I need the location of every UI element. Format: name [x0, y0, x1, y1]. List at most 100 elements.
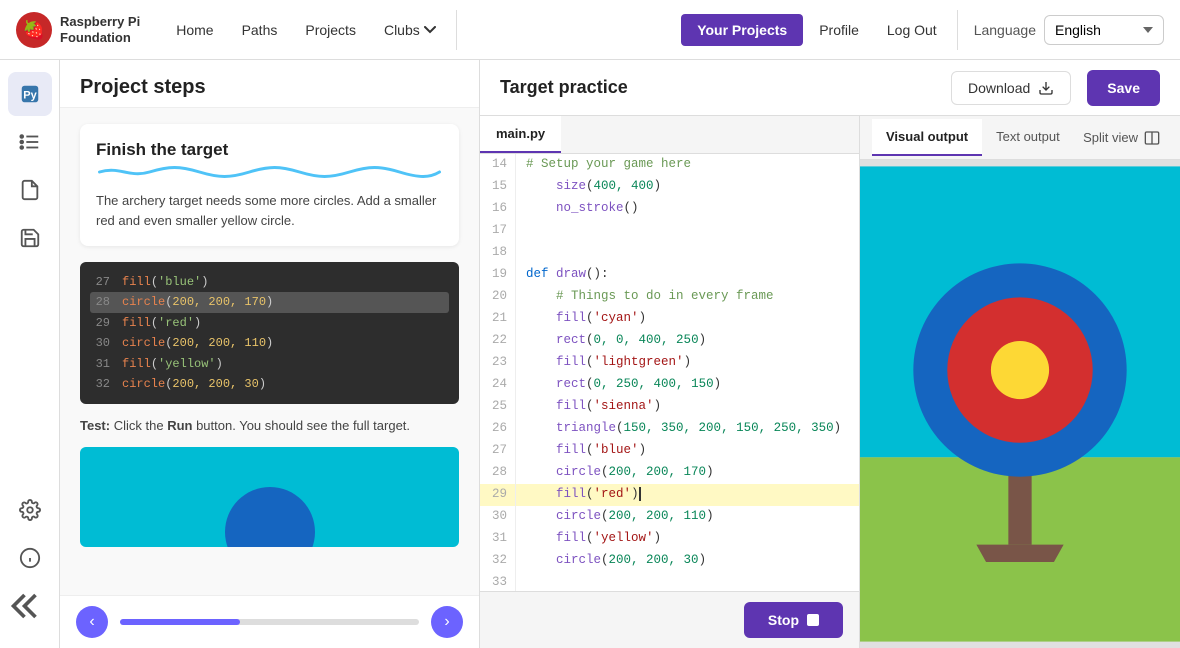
- preview-mini: [80, 447, 459, 547]
- panel-nav: ‹ ›: [60, 595, 479, 648]
- save-icon: [19, 227, 41, 249]
- navbar: 🍓 Raspberry Pi Foundation Home Paths Pro…: [0, 0, 1180, 60]
- preview-mini-circle: [225, 487, 315, 547]
- code-block: 27 fill('blue') 28 circle(200, 200, 170)…: [80, 262, 459, 404]
- editor-line: 27 fill('blue'): [480, 440, 859, 462]
- editor-line: 20 # Things to do in every frame: [480, 286, 859, 308]
- sidebar-icons: Py: [0, 60, 60, 648]
- nav-links: Home Paths Projects Clubs: [164, 14, 448, 46]
- code-line-27: 27 fill('blue'): [94, 272, 445, 292]
- sidebar-item-file[interactable]: [8, 168, 52, 212]
- info-icon: [19, 547, 41, 569]
- sidebar-item-save[interactable]: [8, 216, 52, 260]
- sidebar-settings[interactable]: [8, 488, 52, 532]
- editor-line: 28 circle(200, 200, 170): [480, 462, 859, 484]
- right-panel-body: main.py 14# Setup your game here 15 size…: [480, 116, 1180, 648]
- editor-line: 25 fill('sienna'): [480, 396, 859, 418]
- editor-tab-main[interactable]: main.py: [480, 116, 561, 153]
- visual-content: [860, 160, 1180, 648]
- editor-line: 24 rect(0, 250, 400, 150): [480, 374, 859, 396]
- next-step-button[interactable]: ›: [431, 606, 463, 638]
- editor-line: 23 fill('lightgreen'): [480, 352, 859, 374]
- sidebar-info[interactable]: [8, 536, 52, 580]
- nav-profile[interactable]: Profile: [807, 14, 871, 46]
- editor-line: 14# Setup your game here: [480, 154, 859, 176]
- brand-name-line2: Foundation: [60, 30, 140, 46]
- editor-line: 31 fill('yellow'): [480, 528, 859, 550]
- code-editor: main.py 14# Setup your game here 15 size…: [480, 116, 860, 648]
- code-line-31: 31 fill('yellow'): [94, 354, 445, 374]
- brand: 🍓 Raspberry Pi Foundation: [16, 12, 140, 48]
- step-title: Finish the target: [96, 140, 443, 160]
- visual-tabs: Visual output Text output Split view: [860, 116, 1180, 160]
- svg-text:Py: Py: [23, 90, 37, 102]
- language-label: Language: [974, 22, 1036, 38]
- nav-projects[interactable]: Projects: [293, 14, 368, 46]
- brand-name-line1: Raspberry Pi: [60, 14, 140, 30]
- step-test: Test: Click the Run button. You should s…: [80, 418, 459, 433]
- code-line-28: 28 circle(200, 200, 170): [90, 292, 449, 312]
- brand-logo: 🍓: [16, 12, 52, 48]
- nav-clubs[interactable]: Clubs: [372, 14, 448, 46]
- editor-line: 18: [480, 242, 859, 264]
- nav-your-projects[interactable]: Your Projects: [681, 14, 803, 46]
- prev-step-button[interactable]: ‹: [76, 606, 108, 638]
- sidebar-item-list[interactable]: [8, 120, 52, 164]
- sidebar-item-python[interactable]: Py: [8, 72, 52, 116]
- editor-line: 19def draw():: [480, 264, 859, 286]
- code-line-29: 29 fill('red'): [94, 313, 445, 333]
- visual-panel: Visual output Text output Split view: [860, 116, 1180, 648]
- main-content: Py: [0, 60, 1180, 648]
- editor-line: 26 triangle(150, 350, 200, 150, 250, 350…: [480, 418, 859, 440]
- editor-line: 16 no_stroke(): [480, 198, 859, 220]
- step-progress: [120, 619, 419, 625]
- editor-line: 21 fill('cyan'): [480, 308, 859, 330]
- language-section: Language English Español Français: [974, 15, 1164, 45]
- nav-paths[interactable]: Paths: [230, 14, 290, 46]
- stop-button[interactable]: Stop: [744, 602, 843, 638]
- download-icon: [1038, 80, 1054, 96]
- left-panel: Project steps Finish the target The arch…: [60, 60, 480, 648]
- right-panel-header: Project steps Target practice Download S…: [480, 60, 1180, 116]
- stop-label: Stop: [768, 612, 799, 628]
- target-practice-title: Target practice: [500, 77, 935, 98]
- nav-divider-2: [957, 10, 958, 50]
- stop-icon: [807, 614, 819, 626]
- download-label: Download: [968, 80, 1030, 96]
- save-button[interactable]: Save: [1087, 70, 1160, 106]
- step-description: The archery target needs some more circl…: [96, 191, 443, 230]
- split-view-icon: [1144, 130, 1160, 146]
- editor-line: 22 rect(0, 0, 400, 250): [480, 330, 859, 352]
- code-line-32: 32 circle(200, 200, 30): [94, 374, 445, 394]
- editor-line: 29 fill('red'): [480, 484, 859, 506]
- wavy-decoration: [96, 166, 443, 178]
- left-panel-header: Project steps: [60, 60, 479, 108]
- language-select[interactable]: English Español Français: [1044, 15, 1164, 45]
- left-panel-body: Finish the target The archery target nee…: [60, 108, 479, 595]
- gear-icon: [19, 499, 41, 521]
- sidebar-collapse-btn[interactable]: [8, 584, 52, 628]
- editor-line: 33: [480, 572, 859, 591]
- clubs-chevron-icon: [424, 26, 436, 34]
- tab-visual-output[interactable]: Visual output: [872, 119, 982, 156]
- download-button[interactable]: Download: [951, 71, 1071, 105]
- nav-divider: [456, 10, 457, 50]
- editor-line: 15 size(400, 400): [480, 176, 859, 198]
- right-panel: Project steps Target practice Download S…: [480, 60, 1180, 648]
- target-scene: [860, 160, 1180, 648]
- tab-text-output[interactable]: Text output: [982, 119, 1074, 156]
- editor-bottom: Stop: [480, 591, 859, 648]
- nav-logout[interactable]: Log Out: [875, 14, 949, 46]
- python-icon: Py: [19, 83, 41, 105]
- editor-content[interactable]: 14# Setup your game here 15 size(400, 40…: [480, 154, 859, 591]
- svg-text:🍓: 🍓: [23, 19, 45, 40]
- collapse-icon: [8, 584, 52, 628]
- editor-line: 32 circle(200, 200, 30): [480, 550, 859, 572]
- split-view-button[interactable]: Split view: [1075, 126, 1168, 150]
- project-steps-title: Project steps: [80, 76, 459, 99]
- split-view-label: Split view: [1083, 130, 1138, 145]
- sidebar-bottom: [8, 488, 52, 636]
- editor-line: 30 circle(200, 200, 110): [480, 506, 859, 528]
- list-icon: [19, 131, 41, 153]
- nav-home[interactable]: Home: [164, 14, 225, 46]
